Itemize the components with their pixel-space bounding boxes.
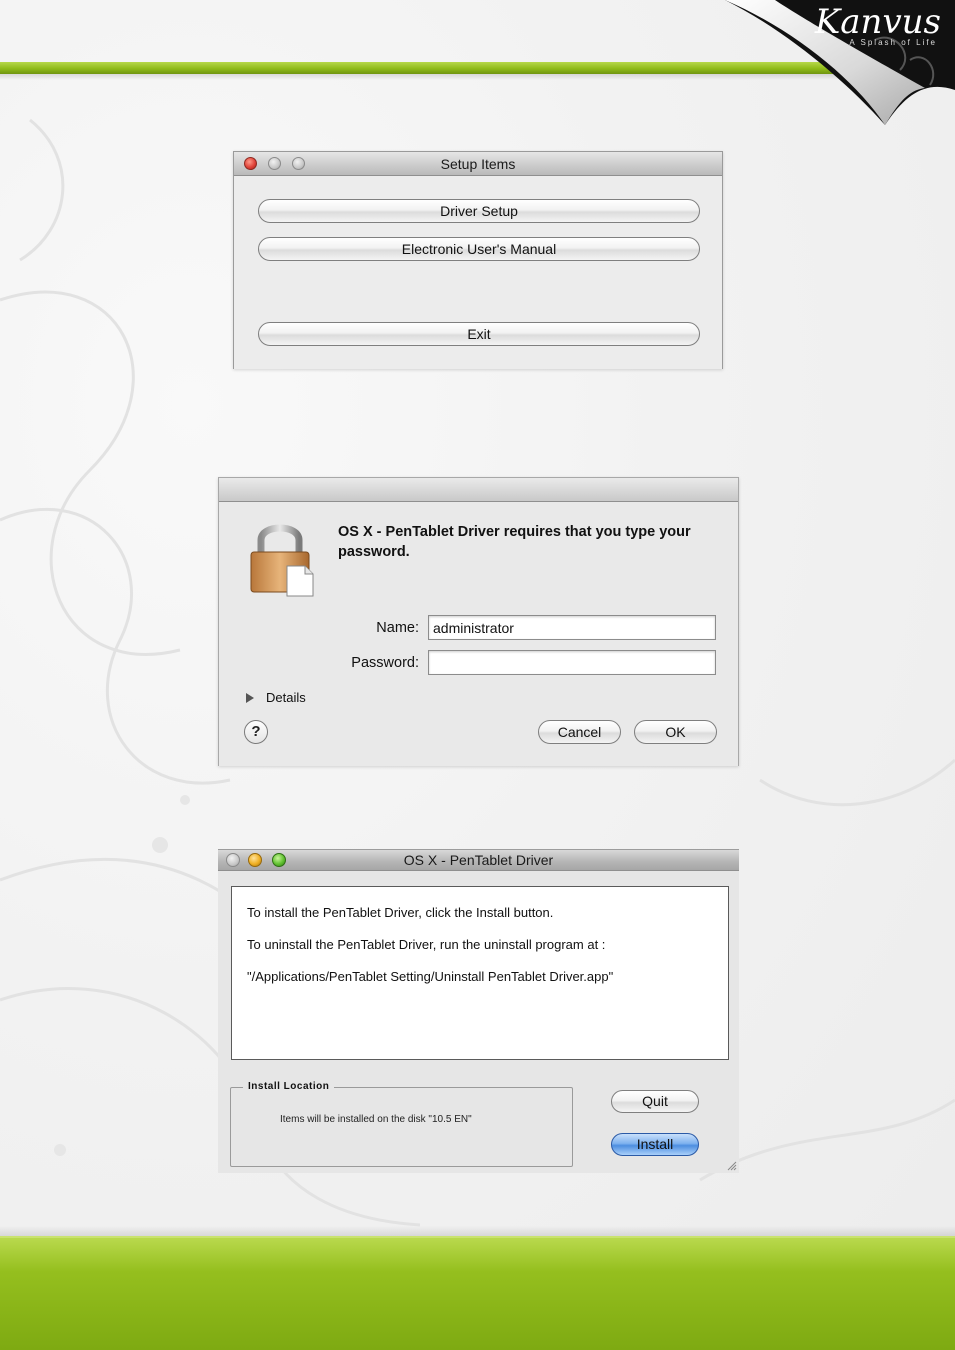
bottom-band-shadow [0,1226,955,1236]
quit-button[interactable]: Quit [611,1090,699,1113]
driver-setup-button[interactable]: Driver Setup [258,199,700,223]
install-button[interactable]: Install [611,1133,699,1156]
ok-button[interactable]: OK [634,720,717,744]
pentablet-installer-window: OS X - PenTablet Driver To install the P… [218,849,739,1173]
padlock-icon [250,524,314,597]
auth-message: OS X - PenTablet Driver requires that yo… [338,524,691,560]
kanvus-logo: Kanvus A Splash of Life [814,2,947,47]
resize-grip-icon[interactable] [727,1161,737,1171]
install-location-text: Items will be installed on the disk "10.… [280,1114,472,1125]
installer-info-box: To install the PenTablet Driver, click t… [231,886,729,1060]
cancel-button[interactable]: Cancel [538,720,621,744]
name-label: Name: [376,620,419,636]
installer-window-title: OS X - PenTablet Driver [403,852,554,868]
name-field[interactable] [428,615,716,640]
exit-button[interactable]: Exit [258,322,700,346]
install-location-heading: Install Location [243,1081,335,1092]
setup-window-title: Setup Items [440,156,516,172]
setup-items-window: Setup Items Driver Setup Electronic User… [233,151,723,369]
bottom-green-band [0,1236,955,1350]
auth-dialog-titlebar[interactable] [219,478,738,502]
disclosure-triangle-icon [246,692,254,703]
install-location-group: Install Location Items will be installed… [230,1081,573,1167]
electronic-users-manual-button[interactable]: Electronic User's Manual [258,237,700,261]
details-label: Details [266,690,306,705]
password-label: Password: [351,655,419,671]
uninstall-instruction: To uninstall the PenTablet Driver, run t… [247,937,606,952]
install-instruction: To install the PenTablet Driver, click t… [247,905,554,920]
details-disclosure[interactable]: Details [246,690,306,705]
brand-name: Kanvus [814,2,941,42]
setup-window-titlebar[interactable]: Setup Items [234,152,722,176]
uninstall-path: "/Applications/PenTablet Setting/Uninsta… [247,969,614,984]
authenticate-dialog: OS X - PenTablet Driver requires that yo… [218,477,739,766]
setup-window-body: Driver Setup Electronic User's Manual Ex… [234,176,722,369]
password-field[interactable] [428,650,716,675]
help-button[interactable]: ? [244,720,268,744]
installer-titlebar[interactable]: OS X - PenTablet Driver [218,850,739,871]
brand-tagline: A Splash of Life [849,38,937,47]
